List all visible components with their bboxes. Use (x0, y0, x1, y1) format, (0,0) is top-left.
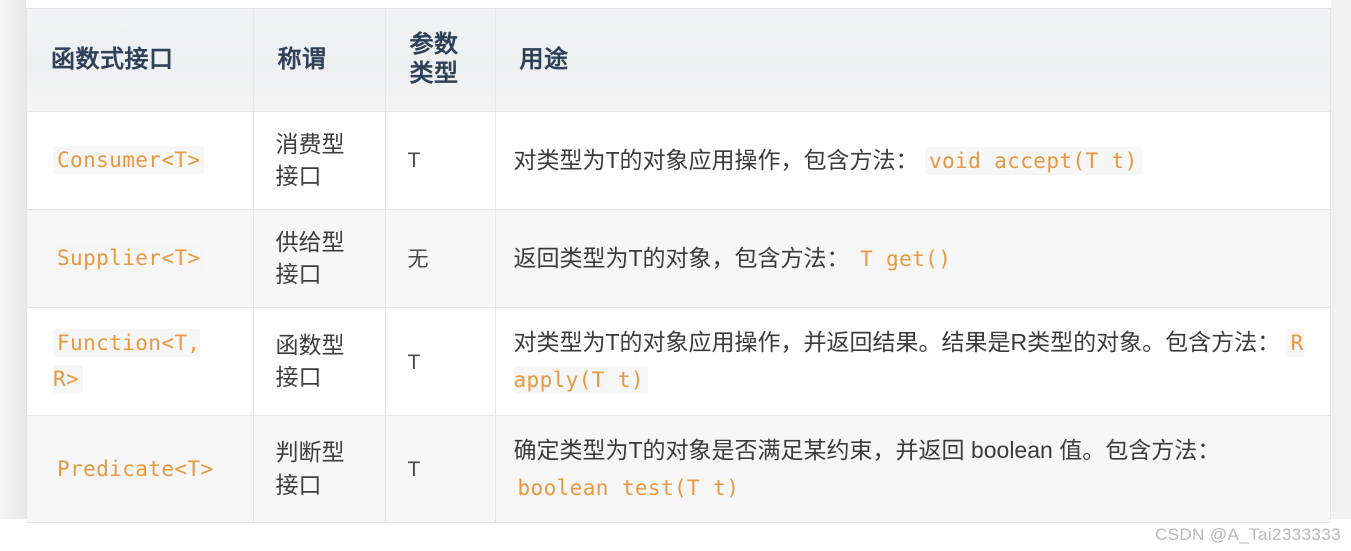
functional-interface-table-container: 函数式接口 称谓 参数 类型 用途 Consumer<T> 消费型 接口 T 对… (26, 8, 1331, 524)
column-header-name-line-1: 称谓 (277, 45, 327, 73)
interface-name-line-2: 接口 (275, 261, 322, 288)
page-left-gutter (0, 0, 26, 519)
cell-param-type: T (385, 307, 496, 416)
cell-interface: Predicate<T> (27, 415, 254, 524)
usage-method-code: void accept(T t) (924, 146, 1142, 175)
cell-param-type: T (385, 111, 496, 210)
column-header-interface-line-1: 函数式接口 (51, 45, 174, 73)
cell-name: 消费型 接口 (253, 111, 386, 210)
interface-name-line-2: 接口 (275, 163, 322, 190)
cell-usage: 返回类型为T的对象，包含方法： T get() (495, 209, 1330, 309)
table-row: Consumer<T> 消费型 接口 T 对类型为T的对象应用操作，包含方法： (27, 111, 1330, 210)
interface-name: 判断型 接口 (276, 436, 361, 501)
column-header-interface: 函数式接口 (27, 9, 254, 112)
column-header-usage: 用途 (495, 9, 1330, 112)
interface-name: 消费型 接口 (276, 128, 361, 193)
cell-interface: Consumer<T> (27, 111, 254, 210)
functional-interface-table: 函数式接口 称谓 参数 类型 用途 Consumer<T> 消费型 接口 T 对… (27, 9, 1330, 524)
usage-method-code: T get() (855, 244, 956, 273)
usage-description: 对类型为T的对象应用操作，包含方法： void accept(T t) (514, 142, 1311, 179)
usage-description: 对类型为T的对象应用操作，并返回结果。结果是R类型的对象。包含方法： R app… (513, 324, 1311, 399)
cell-usage: 对类型为T的对象应用操作，包含方法： void accept(T t) (495, 111, 1330, 210)
interface-code-function: Function<T, R> (53, 328, 201, 394)
interface-name-line-1: 判断型 (275, 439, 345, 466)
table-header-row: 函数式接口 称谓 参数 类型 用途 (27, 9, 1330, 112)
cell-usage: 对类型为T的对象应用操作，并返回结果。结果是R类型的对象。包含方法： R app… (495, 307, 1330, 416)
param-type-value: T (407, 149, 421, 173)
usage-text-prefix: 返回类型为T的对象，包含方法： (513, 244, 850, 271)
csdn-watermark: CSDN @A_Tai2333333 (1154, 525, 1341, 544)
table-body: Consumer<T> 消费型 接口 T 对类型为T的对象应用操作，包含方法： (27, 111, 1330, 524)
column-header-name: 称谓 (253, 9, 386, 112)
cell-interface: Function<T, R> (27, 307, 254, 416)
interface-code-consumer: Consumer<T> (53, 145, 205, 174)
page-right-gutter (1331, 0, 1351, 519)
table-row: Function<T, R> 函数型 接口 T 对类型为T的对象应用操作，并返回… (27, 307, 1330, 416)
column-header-param-type-line-1: 参数 (409, 31, 459, 59)
usage-description: 返回类型为T的对象，包含方法： T get() (514, 240, 1311, 277)
interface-code-supplier: Supplier<T> (53, 244, 205, 273)
param-type-value: T (407, 458, 421, 482)
table-row: Supplier<T> 供给型 接口 无 返回类型为T的对象，包含方法： T g… (27, 209, 1330, 309)
param-type-value: 无 (407, 247, 429, 271)
cell-interface: Supplier<T> (27, 209, 254, 309)
interface-name-line-2: 接口 (275, 471, 322, 498)
usage-text-prefix: 对类型为T的对象应用操作，包含方法： (513, 146, 919, 173)
page-background: 函数式接口 称谓 参数 类型 用途 Consumer<T> 消费型 接口 T 对… (0, 0, 1351, 551)
cell-param-type: 无 (385, 209, 496, 309)
interface-name-line-1: 函数型 (275, 331, 345, 358)
cell-name: 供给型 接口 (253, 209, 386, 309)
table-header: 函数式接口 称谓 参数 类型 用途 (27, 9, 1330, 112)
interface-name: 函数型 接口 (276, 329, 361, 394)
interface-name-line-2: 接口 (275, 364, 322, 391)
usage-description: 确定类型为T的对象是否满足某约束，并返回 boolean 值。包含方法： boo… (513, 432, 1311, 507)
cell-name: 函数型 接口 (253, 307, 386, 416)
column-header-param-type-line-2: 类型 (409, 59, 459, 87)
column-header-param-type: 参数 类型 (385, 9, 496, 112)
usage-method-code: boolean test(T t) (513, 473, 744, 502)
cell-name: 判断型 接口 (253, 415, 386, 524)
cell-usage: 确定类型为T的对象是否满足某约束，并返回 boolean 值。包含方法： boo… (495, 415, 1330, 524)
param-type-value: T (407, 350, 421, 374)
table-row: Predicate<T> 判断型 接口 T 确定类型为T的对象是否满足某约束，并… (27, 415, 1330, 524)
interface-name-line-1: 消费型 (275, 130, 345, 157)
interface-code-predicate: Predicate<T> (53, 454, 218, 483)
column-header-usage-line-1: 用途 (519, 45, 569, 73)
cell-param-type: T (385, 415, 496, 524)
usage-text-prefix: 确定类型为T的对象是否满足某约束，并返回 boolean 值。包含方法： (513, 436, 1221, 463)
usage-text-prefix: 对类型为T的对象应用操作，并返回结果。结果是R类型的对象。包含方法： (513, 329, 1281, 356)
interface-name: 供给型 接口 (276, 226, 361, 291)
interface-name-line-1: 供给型 (275, 228, 345, 255)
